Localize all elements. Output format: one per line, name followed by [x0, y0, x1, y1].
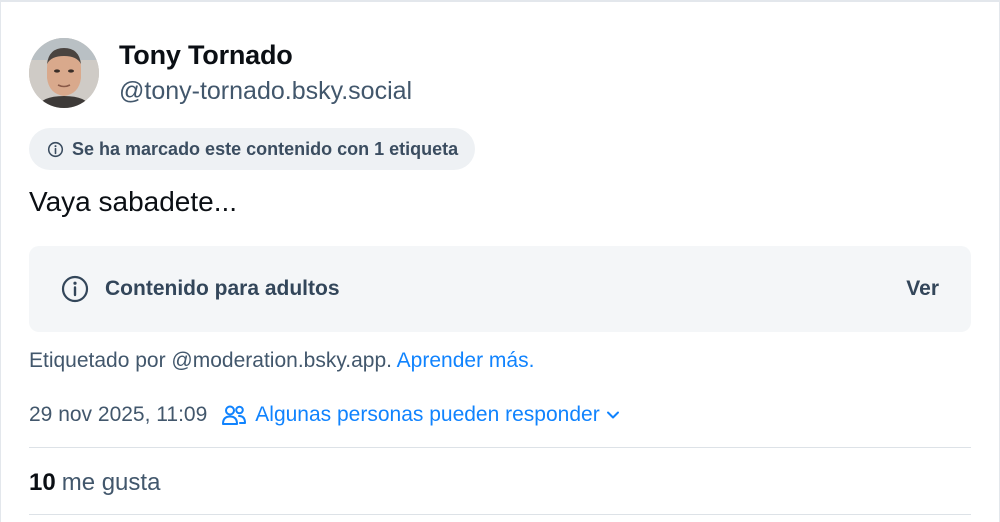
content-label-text: Se ha marcado este contenido con 1 etiqu… [72, 138, 459, 159]
info-circle-icon [47, 141, 64, 158]
chevron-down-icon [606, 410, 620, 420]
avatar[interactable] [29, 38, 99, 108]
content-warning-label: Contenido para adultos [105, 277, 340, 300]
author-handle[interactable]: @tony-tornado.bsky.social [119, 74, 412, 108]
learn-more-link[interactable]: Aprender más. [397, 349, 535, 372]
people-icon [221, 404, 247, 426]
author-display-name[interactable]: Tony Tornado [119, 38, 412, 72]
divider [29, 514, 971, 515]
moderation-note: Etiquetado por @moderation.bsky.app. Apr… [29, 346, 534, 376]
likes-count-link[interactable]: 10 me gusta [29, 467, 160, 499]
content-label-pill[interactable]: Se ha marcado este contenido con 1 etiqu… [29, 128, 476, 170]
reply-settings-label: Algunas personas pueden responder [255, 403, 600, 426]
divider [29, 447, 971, 448]
likes-count: 10 [29, 469, 56, 496]
content-warning[interactable]: Contenido para adultos Ver [29, 246, 971, 332]
post-timestamp: 29 nov 2025, 11:09 [29, 403, 208, 426]
post-author: Tony Tornado @tony-tornado.bsky.social [29, 38, 412, 108]
post-meta: 29 nov 2025, 11:09 Algunas personas pued… [29, 400, 620, 430]
likes-label: me gusta [61, 469, 161, 496]
post-thread-container: Tony Tornado @tony-tornado.bsky.social S… [0, 0, 1000, 522]
show-content-button[interactable]: Ver [906, 277, 939, 301]
post-text: Vaya sabadete... [29, 186, 238, 217]
info-circle-icon [61, 275, 89, 303]
reply-settings-button[interactable]: Algunas personas pueden responder [221, 400, 619, 430]
author-names: Tony Tornado @tony-tornado.bsky.social [119, 38, 412, 108]
labeled-by-text: Etiquetado por @moderation.bsky.app. [29, 349, 392, 372]
